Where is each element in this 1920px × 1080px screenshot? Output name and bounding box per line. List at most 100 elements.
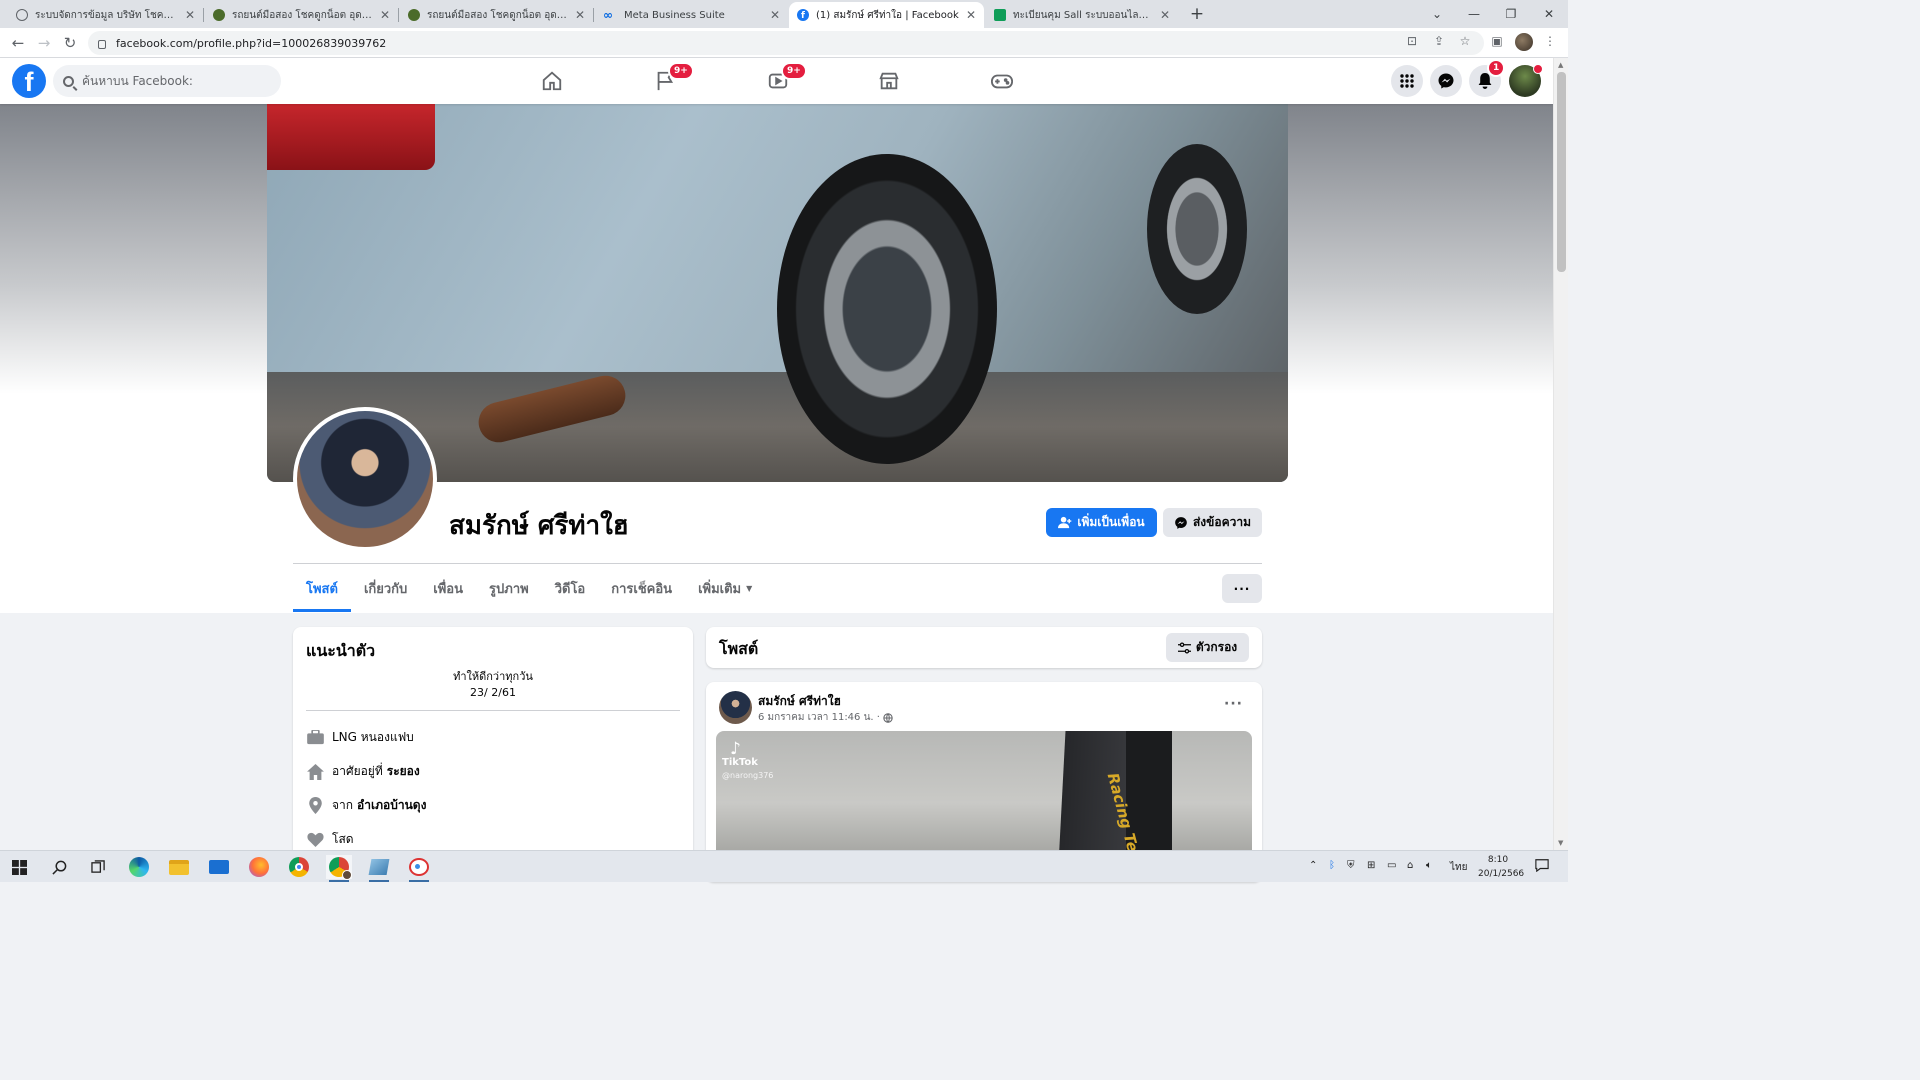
filters-button[interactable]: ตัวกรอง	[1166, 633, 1249, 662]
close-tab-icon[interactable]: ✕	[770, 8, 780, 22]
clock-time: 8:10	[1487, 855, 1509, 865]
pages-nav-icon[interactable]: 9+	[650, 62, 694, 96]
browser-tab-2[interactable]: รถยนต์มือสอง โชคดูกน็อต อุดรธานี ✕	[205, 2, 398, 28]
scroll-up-icon[interactable]: ▲	[1558, 61, 1563, 69]
intro-from-prefix: จาก	[332, 798, 354, 812]
minimize-button[interactable]: —	[1455, 0, 1493, 28]
share-icon[interactable]: ⇪	[1430, 32, 1448, 50]
address-bar-row: ← → ↻ facebook.com/profile.php?id=100026…	[0, 28, 1568, 58]
profile-more-options-button[interactable]: ···	[1222, 574, 1262, 603]
close-tab-icon[interactable]: ✕	[380, 8, 390, 22]
caret-down-icon: ▼	[746, 583, 753, 593]
app-window-icon[interactable]	[366, 855, 392, 882]
browser-tab-title: ทะเบียนคุม Sall ระบบออนไลน์.xlsx - G	[1013, 9, 1154, 21]
tab-search-icon[interactable]: ⌄	[1418, 0, 1456, 28]
post-options-icon[interactable]: ···	[1224, 696, 1243, 712]
profile-tabs: โพสต์ เกี่ยวกับ เพื่อน รูปภาพ วิดีโอ การ…	[293, 564, 765, 612]
tab-about[interactable]: เกี่ยวกับ	[351, 564, 420, 612]
post-author-avatar[interactable]	[719, 691, 752, 724]
close-tab-icon[interactable]: ✕	[1160, 8, 1170, 22]
forward-button[interactable]: →	[33, 32, 55, 54]
browser-tab-3[interactable]: รถยนต์มือสอง โชคดูกน็อต อุดรธานี ✕	[400, 2, 593, 28]
display-icon[interactable]: ▭	[1387, 860, 1396, 871]
volume-icon[interactable]: 🔈︎	[1426, 860, 1432, 871]
firefox-icon[interactable]	[246, 855, 272, 879]
intro-lives-in: อาศัยอยู่ที่ ระยอง	[306, 762, 420, 781]
messenger-icon	[1175, 516, 1187, 529]
task-view-icon[interactable]	[85, 855, 111, 879]
security-shield-icon[interactable]: ⛨	[1347, 860, 1355, 871]
scroll-down-icon[interactable]: ▼	[1558, 839, 1563, 847]
new-tab-button[interactable]: +	[1186, 3, 1208, 25]
intro-lives-place[interactable]: ระยอง	[387, 762, 420, 781]
tab-label: การเช็คอิน	[611, 581, 673, 597]
chrome-profile-icon[interactable]	[326, 855, 352, 882]
side-panel-icon[interactable]: ▣	[1488, 32, 1506, 50]
tab-more[interactable]: เพิ่มเติม ▼	[685, 564, 765, 612]
watch-nav-icon[interactable]: 9+	[763, 62, 807, 96]
send-message-button[interactable]: ส่งข้อความ	[1163, 508, 1262, 537]
browser-tab-4[interactable]: ∞ Meta Business Suite ✕	[595, 2, 788, 28]
file-explorer-icon[interactable]	[166, 855, 192, 879]
chrome-profile-avatar[interactable]	[1515, 33, 1533, 51]
tray-overflow-icon[interactable]: ⌃	[1309, 860, 1317, 871]
tab-photos[interactable]: รูปภาพ	[476, 564, 542, 612]
scrollbar-thumb[interactable]	[1557, 72, 1566, 272]
taskbar-clock[interactable]: 8:10 20/1/2566	[1478, 853, 1525, 881]
add-friend-button[interactable]: เพิ่มเป็นเพื่อน	[1046, 508, 1157, 537]
chrome-menu-icon[interactable]: ⋮	[1541, 32, 1559, 50]
tiktok-username: @narong376	[722, 771, 774, 780]
url-field[interactable]: facebook.com/profile.php?id=100026839039…	[88, 31, 1484, 55]
post-author-name[interactable]: สมรักษ์ ศรีท่าใฮ	[758, 692, 841, 711]
browser-tab-1[interactable]: ระบบจัดการข้อมูล บริษัท โชคดูกน็อต ✕	[8, 2, 203, 28]
tab-videos[interactable]: วิดีโอ	[542, 564, 599, 612]
close-tab-icon[interactable]: ✕	[185, 8, 195, 22]
menu-grid-icon[interactable]	[1391, 65, 1423, 97]
browser-tab-6[interactable]: ทะเบียนคุม Sall ระบบออนไลน์.xlsx - G ✕	[986, 2, 1178, 28]
facebook-search-input[interactable]: ค้นหาบน Facebook:	[53, 65, 281, 97]
post-timestamp[interactable]: 6 มกราคม เวลา 11:46 น. ·	[758, 710, 880, 725]
clock-date: 20/1/2566	[1478, 869, 1525, 879]
close-tab-icon[interactable]: ✕	[575, 8, 585, 22]
tab-label: โพสต์	[306, 581, 338, 597]
intro-relationship-text: โสด	[332, 832, 354, 846]
cover-photo[interactable]	[267, 104, 1288, 482]
facebook-logo-icon[interactable]: f	[12, 64, 46, 98]
messenger-icon[interactable]	[1430, 65, 1462, 97]
profile-picture[interactable]	[293, 407, 437, 551]
account-avatar[interactable]	[1509, 64, 1543, 97]
bookmark-star-icon[interactable]: ☆	[1456, 32, 1474, 50]
intro-work: LNG หนองแฟบ	[306, 728, 414, 747]
input-language[interactable]: ไทย	[1450, 860, 1467, 875]
notification-center-icon[interactable]	[1535, 858, 1549, 875]
restore-button[interactable]: ❐	[1492, 0, 1530, 28]
tab-friends[interactable]: เพื่อน	[420, 564, 476, 612]
windows-start-icon[interactable]	[6, 855, 32, 879]
reload-button[interactable]: ↻	[59, 32, 81, 54]
intro-from-place[interactable]: อำเภอบ้านดุง	[357, 796, 426, 815]
chrome-icon[interactable]	[286, 855, 312, 879]
posts-title: โพสต์	[719, 639, 759, 658]
browser-tab-5[interactable]: f (1) สมรักษ์ ศรีท่าใอ | Facebook ✕	[789, 2, 984, 28]
close-tab-icon[interactable]: ✕	[966, 8, 976, 22]
marketplace-nav-icon[interactable]	[874, 66, 904, 96]
bio: ทำให้ดีกว่าทุกวัน 23/ 2/61	[306, 669, 680, 701]
translate-icon[interactable]: ⊡	[1403, 32, 1421, 50]
paint-app-icon[interactable]	[406, 855, 432, 882]
tab-posts[interactable]: โพสต์	[293, 564, 351, 612]
mail-icon[interactable]	[206, 855, 232, 879]
edge-icon[interactable]	[126, 855, 152, 879]
network-icon[interactable]: ⌂	[1407, 860, 1413, 871]
tray-app-icon[interactable]: ⊞	[1367, 860, 1375, 871]
taskbar-search-icon[interactable]	[46, 855, 72, 879]
tab-checkins[interactable]: การเช็คอิน	[598, 564, 685, 612]
page-scrollbar[interactable]: ▲ ▼	[1553, 58, 1568, 850]
facebook-header: f ค้นหาบน Facebook: 9+ 9+ 1	[0, 58, 1553, 104]
tab-label: รูปภาพ	[489, 581, 529, 597]
bluetooth-icon[interactable]: ᛒ	[1329, 860, 1335, 871]
gaming-nav-icon[interactable]	[987, 66, 1017, 96]
notifications-bell-icon[interactable]: 1	[1469, 59, 1506, 97]
close-window-button[interactable]: ✕	[1530, 0, 1568, 28]
back-button[interactable]: ←	[7, 32, 29, 54]
home-nav-icon[interactable]	[537, 66, 567, 96]
